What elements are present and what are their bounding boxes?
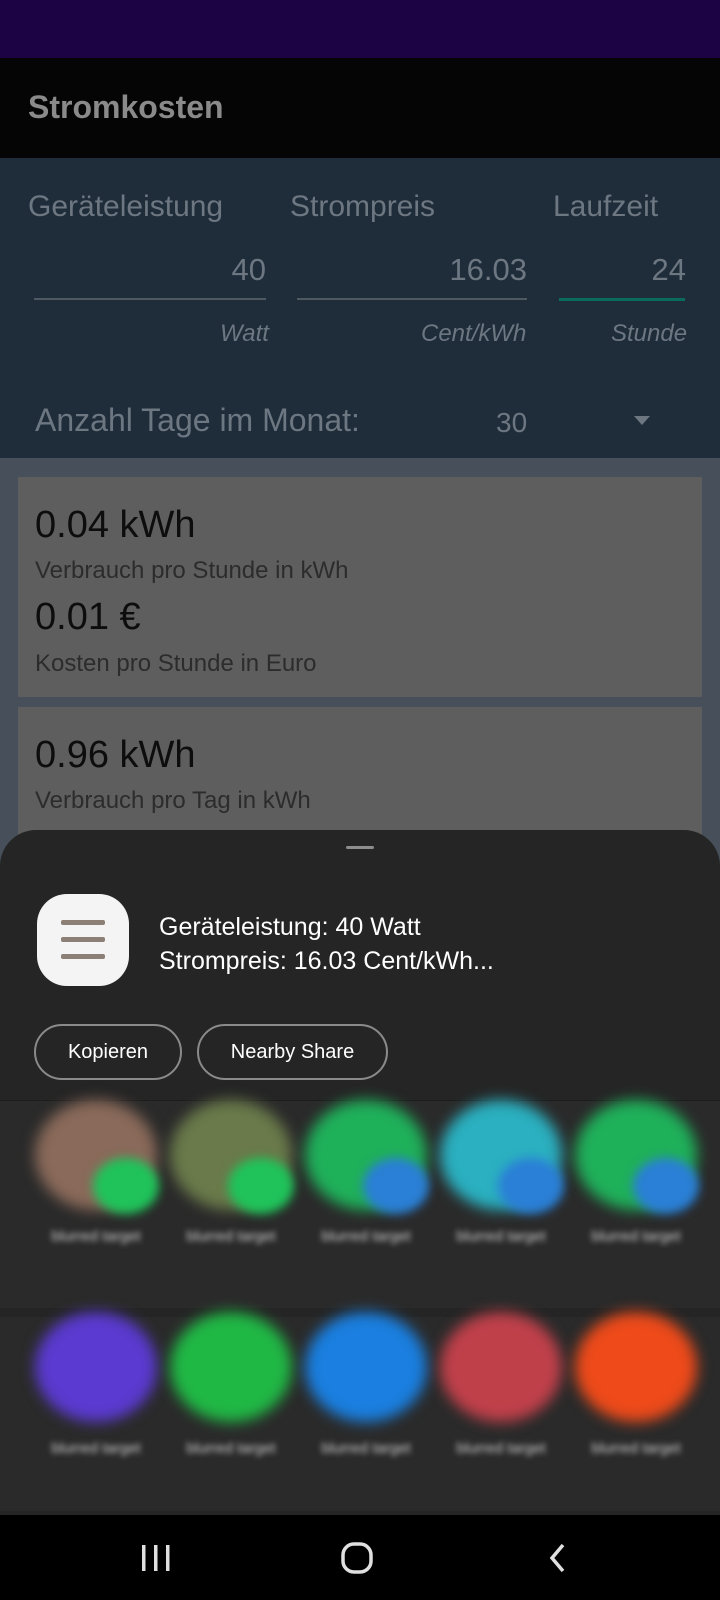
days-label: Anzahl Tage im Monat: [35,402,360,438]
hourly-cost-label: Kosten pro Stunde in Euro [35,650,317,677]
back-button[interactable] [508,1515,608,1600]
app-icon [35,1312,157,1422]
runtime-underline [559,298,685,301]
runtime-unit: Stunde [611,320,688,347]
share-preview-text: Geräteleistung: 40 Watt Strompreis: 16.0… [159,910,494,978]
price-label: Strompreis [290,190,436,223]
power-unit: Watt [220,320,269,347]
share-preview-line1: Geräteleistung: 40 Watt [159,913,421,941]
price-underline [297,298,527,300]
home-icon [341,1541,373,1574]
app-icon [170,1312,292,1422]
back-icon [549,1543,565,1572]
copy-button[interactable]: Kopieren [34,1024,182,1080]
hourly-consumption: 0.04 kWh [35,504,196,546]
share-target-label: blurred target [591,1228,681,1245]
home-button[interactable] [307,1515,407,1600]
power-input[interactable]: 40 [34,252,266,288]
price-input[interactable]: 16.03 [297,252,527,288]
app-icon [575,1312,697,1422]
share-preview-line2: Strompreis: 16.03 Cent/kWh... [159,947,494,975]
share-target-label: blurred target [51,1440,141,1457]
share-target-label: blurred target [186,1440,276,1457]
daily-consumption-label: Verbrauch pro Tag in kWh [35,787,311,814]
nearby-share-button[interactable]: Nearby Share [197,1024,388,1080]
share-target-label: blurred target [456,1440,546,1457]
runtime-label: Laufzeit [553,190,659,223]
share-target-label: blurred target [51,1228,141,1245]
hourly-consumption-label: Verbrauch pro Stunde in kWh [35,557,349,584]
app-badge-icon [498,1158,564,1214]
power-label: Geräteleistung [28,190,224,223]
app-badge-icon [228,1158,294,1214]
app-icon [440,1312,562,1422]
hourly-card: 0.04 kWh Verbrauch pro Stunde in kWh 0.0… [18,477,702,697]
days-select[interactable]: 30 [496,407,527,439]
status-bar [0,0,720,58]
share-target-label: blurred target [321,1228,411,1245]
share-target-label: blurred target [456,1228,546,1245]
runtime-input[interactable]: 24 [559,252,686,288]
drag-handle[interactable] [346,846,374,849]
share-target-label: blurred target [321,1440,411,1457]
recents-button[interactable] [106,1515,206,1600]
daily-consumption: 0.96 kWh [35,734,196,776]
app-title: Stromkosten [28,89,224,125]
app-badge-icon [633,1158,699,1214]
app-icon [305,1312,427,1422]
recents-icon [142,1544,170,1571]
app-badge-icon [93,1158,159,1214]
menu-icon [37,894,129,986]
app-badge-icon [363,1158,429,1214]
share-target-label: blurred target [591,1440,681,1457]
hourly-cost: 0.01 € [35,596,141,638]
price-unit: Cent/kWh [421,320,527,347]
dropdown-arrow-icon[interactable] [634,416,650,425]
share-target-label: blurred target [186,1228,276,1245]
power-underline [34,298,266,300]
